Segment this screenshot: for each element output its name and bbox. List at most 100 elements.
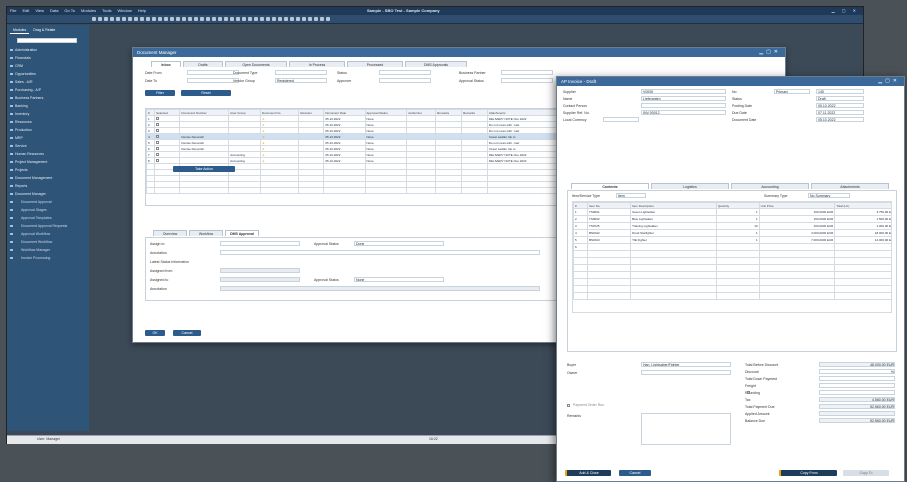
- approval-status-select[interactable]: None: [354, 277, 444, 282]
- ap-table-row[interactable]: 6: [573, 243, 891, 251]
- link-arrow-icon[interactable]: ➜: [262, 123, 265, 127]
- ap-cell[interactable]: 1: [716, 208, 760, 216]
- dm-filter-input[interactable]: [501, 78, 553, 83]
- ap-tab[interactable]: Attachments: [811, 183, 889, 189]
- row-checkbox[interactable]: [156, 153, 160, 157]
- toolbar-icon[interactable]: [254, 17, 258, 21]
- dm-window-controls[interactable]: ▁▢✕: [759, 48, 781, 57]
- ap-cell[interactable]: Training Lightsaber: [630, 222, 717, 230]
- toolbar-icon[interactable]: [242, 17, 246, 21]
- owner-input[interactable]: [641, 370, 731, 375]
- dm-filter-input[interactable]: [187, 78, 239, 83]
- total-value[interactable]: %: [819, 369, 895, 374]
- approval-input[interactable]: [220, 286, 540, 291]
- row-checkbox[interactable]: [156, 117, 160, 121]
- row-checkbox[interactable]: [156, 123, 160, 127]
- sidebar-item[interactable]: Sales - A/R: [7, 78, 89, 86]
- ap-cell[interactable]: BS0012: [587, 229, 632, 237]
- toolbar-icon[interactable]: [236, 17, 240, 21]
- toolbar-icon[interactable]: [314, 17, 318, 21]
- ap-table-row[interactable]: 1 TS0001 Green Lightsaber 1 150,0000 EUR 3.75…: [573, 208, 891, 216]
- approval-input[interactable]: [220, 241, 300, 246]
- menu-item[interactable]: View: [35, 8, 44, 13]
- toolbar-icon[interactable]: [182, 17, 186, 21]
- sidebar-item[interactable]: Approval Templates: [7, 214, 89, 222]
- take-action-button[interactable]: Take Action: [173, 166, 235, 172]
- toolbar-icon[interactable]: [194, 17, 198, 21]
- ap-cell[interactable]: [834, 243, 891, 251]
- ap-cell[interactable]: 4: [573, 229, 589, 237]
- ap-cell[interactable]: 14.000,00 E: [834, 236, 891, 244]
- sidebar-item[interactable]: Financials: [7, 54, 89, 62]
- link-arrow-icon[interactable]: ➜: [262, 147, 265, 151]
- dm-ok-button[interactable]: OK: [145, 330, 165, 336]
- ap-cell[interactable]: Droid Starfighter: [630, 229, 717, 237]
- sidebar-item[interactable]: Project Management: [7, 158, 89, 166]
- tab-modules[interactable]: Modules: [10, 27, 30, 34]
- link-arrow-icon[interactable]: ➜: [262, 129, 265, 133]
- ap-header-right-input[interactable]: Draft: [816, 96, 864, 101]
- toolbar-icon[interactable]: [140, 17, 144, 21]
- ap-header-input[interactable]: Lieferanten: [641, 96, 726, 101]
- sidebar-item[interactable]: Document Approval Requests: [7, 222, 89, 230]
- sidebar-item[interactable]: Approval Workflow: [7, 230, 89, 238]
- ap-cell[interactable]: BS0013: [587, 236, 632, 244]
- ap-header-right-input[interactable]: 07.11.2022: [816, 110, 864, 115]
- toolbar-icon[interactable]: [134, 17, 138, 21]
- dm-tab[interactable]: DMS Approvals: [405, 61, 467, 67]
- toolbar-icon[interactable]: [248, 17, 252, 21]
- toolbar-icon[interactable]: [122, 17, 126, 21]
- sidebar-item[interactable]: Human Resources: [7, 150, 89, 158]
- approval-input[interactable]: [220, 277, 300, 282]
- total-value[interactable]: 4.560,00 EUR: [819, 397, 895, 402]
- toolbar-icon[interactable]: [128, 17, 132, 21]
- ap-cell[interactable]: 3.000,0000 EUR: [758, 229, 836, 237]
- ap-cell[interactable]: 6: [573, 243, 589, 251]
- ap-table-row[interactable]: 5 BS0013 TIE Fighter 1 7.000,0000 EUR 14.000,…: [573, 236, 891, 244]
- remarks-textarea[interactable]: [641, 413, 731, 445]
- ap-cell[interactable]: 150,0000 EUR: [758, 215, 836, 223]
- ap-cell[interactable]: [630, 243, 717, 251]
- total-value[interactable]: 52.560,00 EUR: [819, 418, 895, 423]
- menu-item[interactable]: Modules: [81, 8, 96, 13]
- dm-filter-input[interactable]: [379, 70, 431, 75]
- row-checkbox[interactable]: [156, 129, 160, 133]
- sidebar-item[interactable]: Resources: [7, 118, 89, 126]
- payment-order-checkbox[interactable]: [567, 404, 570, 407]
- link-arrow-icon[interactable]: ➜: [262, 159, 265, 163]
- link-arrow-icon[interactable]: ➜: [262, 117, 265, 121]
- ap-header-right-input[interactable]: 05.10.2022: [816, 117, 864, 122]
- ap-table-row[interactable]: 4 BS0012 Droid Starfighter 1 3.000,0000 EUR 1…: [573, 229, 891, 237]
- ap-cell[interactable]: 1: [573, 208, 589, 216]
- item-type-select[interactable]: Item: [616, 193, 646, 198]
- toolbar-icon[interactable]: [326, 17, 330, 21]
- toolbar-icon[interactable]: [224, 17, 228, 21]
- filter-button[interactable]: Filter: [145, 90, 175, 96]
- tab-drag-relate[interactable]: Drag & Relate: [30, 27, 58, 33]
- sidebar-item[interactable]: Inventory: [7, 110, 89, 118]
- toolbar-icon[interactable]: [272, 17, 276, 21]
- sidebar-item[interactable]: Document Manager: [7, 190, 89, 198]
- toolbar-icon[interactable]: [200, 17, 204, 21]
- toolbar-icon[interactable]: [104, 17, 108, 21]
- menu-item[interactable]: Tools: [102, 8, 111, 13]
- toolbar-icon[interactable]: [302, 17, 306, 21]
- total-value[interactable]: 52.560,00 EUR: [819, 404, 895, 409]
- menu-item[interactable]: Go To: [64, 8, 75, 13]
- rounding-checkbox[interactable]: [747, 391, 750, 394]
- ap-cell[interactable]: TS0725: [587, 222, 632, 230]
- ap-cell[interactable]: TIE Fighter: [630, 236, 717, 244]
- sidebar-search-input[interactable]: [17, 38, 77, 43]
- ap-cell[interactable]: TS0002: [587, 215, 632, 223]
- ap-header-input[interactable]: [641, 103, 726, 108]
- toolbar-icon[interactable]: [152, 17, 156, 21]
- approval-status-select[interactable]: Done: [354, 241, 444, 246]
- toolbar-icon[interactable]: [170, 17, 174, 21]
- sidebar-item[interactable]: Banking: [7, 102, 89, 110]
- dm-subtab[interactable]: Workflow: [189, 230, 223, 236]
- toolbar-icon[interactable]: [98, 17, 102, 21]
- dm-tab[interactable]: Inbox: [151, 61, 181, 67]
- total-value[interactable]: [819, 376, 895, 381]
- toolbar-icon[interactable]: [218, 17, 222, 21]
- toolbar-icon[interactable]: [296, 17, 300, 21]
